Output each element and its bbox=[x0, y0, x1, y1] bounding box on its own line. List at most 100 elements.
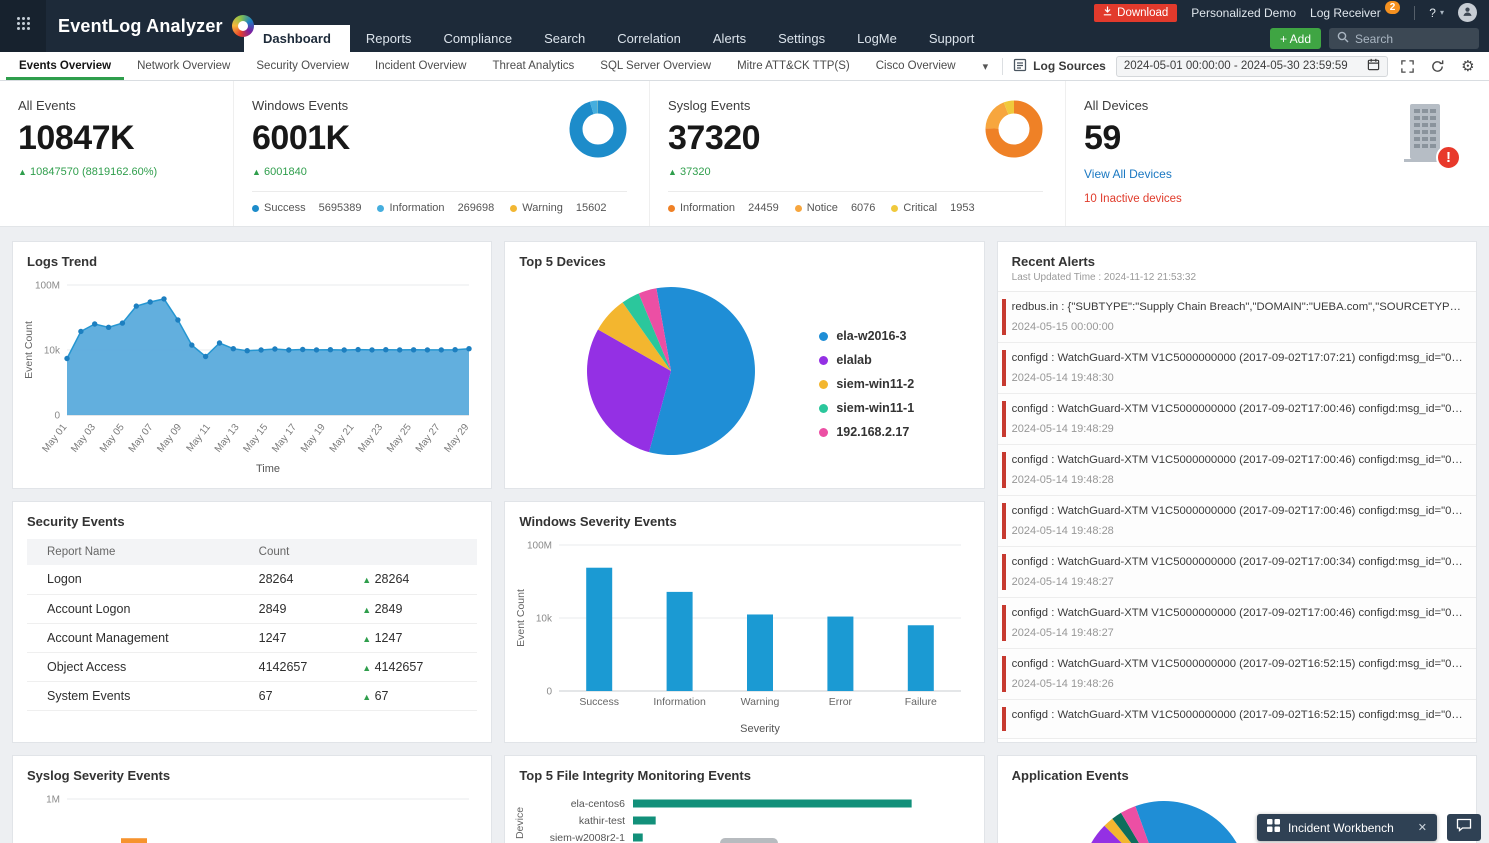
dashboard-subtab[interactable]: Cisco Overview bbox=[863, 52, 969, 80]
legend-dot bbox=[819, 331, 829, 341]
refresh-button[interactable] bbox=[1428, 56, 1448, 76]
alert-item[interactable]: configd : WatchGuard-XTM V1C5000000000 (… bbox=[997, 547, 1476, 598]
utility-separator bbox=[1414, 5, 1416, 20]
app-logo[interactable]: EventLog Analyzer bbox=[46, 0, 254, 52]
dashboard-subtab[interactable]: Events Overview bbox=[6, 52, 124, 80]
up-triangle-icon: ▲ bbox=[362, 633, 372, 644]
alert-item[interactable]: configd : WatchGuard-XTM V1C5000000000 (… bbox=[997, 598, 1476, 649]
dashboard-subtab[interactable]: Incident Overview bbox=[362, 52, 479, 80]
help-menu[interactable]: ? ▾ bbox=[1429, 6, 1444, 20]
chevron-down-icon: ▾ bbox=[1439, 8, 1444, 17]
toast-label: Incident Workbench bbox=[1287, 820, 1394, 835]
column-header: Count bbox=[238, 539, 343, 565]
svg-text:May 29: May 29 bbox=[443, 422, 472, 455]
fim-events-panel: Top 5 File Integrity Monitoring Events e… bbox=[504, 755, 985, 843]
alert-message: redbus.in : {"SUBTYPE":"Supply Chain Bre… bbox=[1011, 301, 1464, 313]
stat-windows-events: Windows Events 6001K ▲ 6001840 Success 5… bbox=[233, 81, 649, 226]
stat-label: All Events bbox=[18, 98, 76, 113]
add-button[interactable]: + Add bbox=[1269, 28, 1321, 49]
table-row[interactable]: System Events 67 ▲ 67 bbox=[27, 681, 478, 711]
search-input[interactable] bbox=[1355, 31, 1463, 46]
alert-item[interactable]: configd : WatchGuard-XTM V1C5000000000 (… bbox=[997, 394, 1476, 445]
table-row[interactable]: Account Management 1247 ▲ 1247 bbox=[27, 623, 478, 653]
nav-item[interactable]: Support bbox=[913, 25, 991, 52]
legend-item[interactable]: ela-w2016-3 bbox=[819, 329, 914, 343]
table-row[interactable]: Account Logon 2849 ▲ 2849 bbox=[27, 594, 478, 624]
svg-text:May 19: May 19 bbox=[299, 422, 328, 455]
more-tabs-chevron[interactable]: ▾ bbox=[969, 52, 1003, 80]
legend-dot bbox=[377, 204, 385, 212]
download-icon bbox=[1103, 6, 1112, 19]
legend-item[interactable]: elalab bbox=[819, 353, 914, 367]
nav-item[interactable]: LogMe bbox=[841, 25, 913, 52]
svg-text:Failure: Failure bbox=[905, 696, 937, 708]
legend-item: Critical 1953 bbox=[891, 202, 975, 214]
alert-item[interactable]: redbus.in : {"SUBTYPE":"Supply Chain Bre… bbox=[997, 292, 1476, 343]
svg-text:100M: 100M bbox=[35, 281, 60, 292]
chat-button[interactable] bbox=[1447, 814, 1481, 841]
alert-item[interactable]: configd : WatchGuard-XTM V1C5000000000 (… bbox=[997, 700, 1476, 739]
nav-item[interactable]: Search bbox=[528, 25, 601, 52]
alert-item[interactable]: configd : WatchGuard-XTM V1C5000000000 (… bbox=[997, 445, 1476, 496]
recent-alerts-list: redbus.in : {"SUBTYPE":"Supply Chain Bre… bbox=[997, 292, 1476, 739]
user-avatar[interactable] bbox=[1458, 3, 1477, 22]
svg-text:10k: 10k bbox=[44, 346, 61, 357]
svg-text:Error: Error bbox=[829, 696, 853, 708]
alert-message: configd : WatchGuard-XTM V1C5000000000 (… bbox=[1011, 607, 1464, 619]
close-icon[interactable]: ✕ bbox=[1418, 821, 1427, 834]
view-all-devices-link[interactable]: View All Devices bbox=[1084, 167, 1489, 181]
svg-text:May 23: May 23 bbox=[356, 422, 385, 455]
legend-item: Information 24459 bbox=[668, 202, 779, 214]
personalized-demo-link[interactable]: Personalized Demo bbox=[1191, 6, 1296, 20]
log-receiver-link[interactable]: Log Receiver 2 bbox=[1310, 1, 1401, 20]
legend-item[interactable]: 192.168.2.17 bbox=[819, 425, 914, 439]
global-search[interactable] bbox=[1329, 28, 1479, 49]
nav-item[interactable]: Compliance bbox=[427, 25, 528, 52]
summary-stats-band: All Events 10847K ▲ 10847570 (8819162.60… bbox=[0, 81, 1489, 227]
expand-button[interactable] bbox=[1398, 56, 1418, 76]
apps-grid-button[interactable] bbox=[0, 0, 46, 52]
log-sources-button[interactable]: Log Sources bbox=[1013, 58, 1106, 75]
legend-item: Warning 15602 bbox=[510, 202, 607, 214]
top-devices-pie-chart bbox=[585, 285, 757, 457]
delta-cell: ▲ 4142657 bbox=[342, 652, 478, 682]
nav-item[interactable]: Correlation bbox=[601, 25, 697, 52]
dashboard-subtab[interactable]: SQL Server Overview bbox=[587, 52, 724, 80]
download-button[interactable]: Download bbox=[1094, 3, 1178, 22]
scrollbar-thumb[interactable] bbox=[720, 838, 779, 843]
panel-title: Top 5 File Integrity Monitoring Events bbox=[519, 768, 751, 783]
svg-text:May 17: May 17 bbox=[270, 422, 299, 455]
alert-item[interactable]: configd : WatchGuard-XTM V1C5000000000 (… bbox=[997, 343, 1476, 394]
search-icon bbox=[1337, 30, 1349, 48]
nav-item[interactable]: Reports bbox=[350, 25, 428, 52]
alert-message: configd : WatchGuard-XTM V1C5000000000 (… bbox=[1011, 709, 1464, 721]
nav-item[interactable]: Settings bbox=[762, 25, 841, 52]
legend-dot bbox=[819, 355, 829, 365]
legend-item[interactable]: siem-win11-1 bbox=[819, 401, 914, 415]
nav-item[interactable]: Alerts bbox=[697, 25, 762, 52]
svg-text:May 25: May 25 bbox=[385, 422, 414, 455]
date-range-picker[interactable]: 2024-05-01 00:00:00 - 2024-05-30 23:59:5… bbox=[1115, 55, 1388, 77]
table-row[interactable]: Object Access 4142657 ▲ 4142657 bbox=[27, 652, 478, 682]
table-row[interactable]: Logon 28264 ▲ 28264 bbox=[27, 565, 478, 595]
dashboard-subtab[interactable]: Network Overview bbox=[124, 52, 243, 80]
up-triangle-icon: ▲ bbox=[362, 604, 372, 615]
dashboard-subtabs: Events Overview Network Overview Security … bbox=[6, 52, 969, 80]
nav-item[interactable]: Dashboard bbox=[244, 25, 350, 52]
dashboard-subtab[interactable]: Mitre ATT&CK TTP(S) bbox=[724, 52, 863, 80]
alert-item[interactable]: configd : WatchGuard-XTM V1C5000000000 (… bbox=[997, 649, 1476, 700]
settings-gear-button[interactable]: ⚙ bbox=[1458, 56, 1478, 76]
svg-text:Information: Information bbox=[654, 696, 707, 708]
panel-title: Security Events bbox=[27, 514, 125, 529]
last-updated-text: Last Updated Time : 2024-11-12 21:53:32 bbox=[1011, 272, 1197, 283]
count-cell: 67 bbox=[238, 681, 343, 711]
dashboard-subtab[interactable]: Threat Analytics bbox=[479, 52, 587, 80]
alert-item[interactable]: configd : WatchGuard-XTM V1C5000000000 (… bbox=[997, 496, 1476, 547]
delta-cell: ▲ 67 bbox=[342, 681, 478, 711]
legend-item[interactable]: siem-win11-2 bbox=[819, 377, 914, 391]
alert-time: 2024-05-14 19:48:27 bbox=[1011, 627, 1114, 639]
dashboard-subtab[interactable]: Security Overview bbox=[243, 52, 362, 80]
panel-title: Syslog Severity Events bbox=[27, 768, 171, 783]
delta-cell: ▲ 28264 bbox=[342, 565, 478, 595]
report-name-cell: Object Access bbox=[27, 652, 239, 682]
